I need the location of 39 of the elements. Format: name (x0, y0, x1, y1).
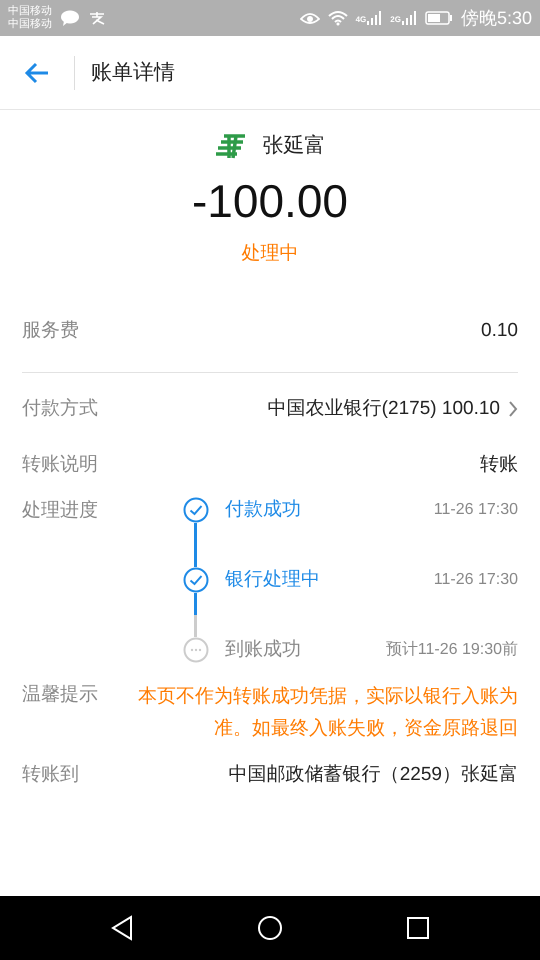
back-icon[interactable] (24, 62, 50, 84)
payee-name: 张延富 (262, 133, 326, 159)
row-value: 中国农业银行(2175) 100.10 (268, 396, 500, 421)
network-type: 4G (356, 14, 366, 26)
row-label: 转账说明 (22, 452, 98, 477)
clock-time: 傍晚5:30 (460, 6, 532, 30)
step-time: 预计11-26 19:30前 (386, 640, 518, 660)
network-type: 2G (390, 14, 401, 26)
step-time: 11-26 17:30 (434, 500, 518, 520)
carrier-name: 中国移动 (8, 18, 52, 31)
page-title: 账单详情 (91, 60, 175, 86)
back-nav-icon[interactable] (110, 915, 134, 941)
step-title: 付款成功 (225, 498, 301, 522)
bank-logo-icon (214, 132, 246, 160)
row-value: 0.10 (481, 318, 518, 343)
row-label: 付款方式 (22, 396, 98, 421)
row-value: 转账 (480, 452, 518, 477)
signal-icon (400, 10, 417, 26)
step-title: 银行处理中 (225, 568, 320, 592)
step-time: 11-26 17:30 (434, 570, 518, 590)
signal-icon (366, 10, 382, 26)
app-icon (88, 11, 106, 25)
eye-icon (300, 11, 320, 25)
chevron-right-icon[interactable] (508, 400, 518, 418)
status-text: 处理中 (242, 242, 298, 266)
tip-text: 本页不作为转账成功凭据，实际以银行入账为准。如最终入账失败，资金原路退回 (137, 685, 518, 741)
row-label: 处理进度 (22, 499, 98, 523)
row-value: 中国邮政储蓄银行（2259）张延富 (228, 762, 518, 787)
recents-nav-icon[interactable] (406, 916, 430, 940)
row-label: 温馨提示 (22, 683, 98, 707)
chat-icon (60, 10, 80, 26)
row-label: 转账到 (22, 762, 79, 787)
home-nav-icon[interactable] (256, 915, 283, 941)
battery-icon (424, 11, 453, 25)
wifi-icon (328, 10, 348, 26)
carrier-name: 中国移动 (8, 5, 52, 18)
amount: -100.00 (192, 178, 348, 224)
row-label: 服务费 (22, 318, 79, 343)
step-title: 到账成功 (225, 638, 301, 662)
